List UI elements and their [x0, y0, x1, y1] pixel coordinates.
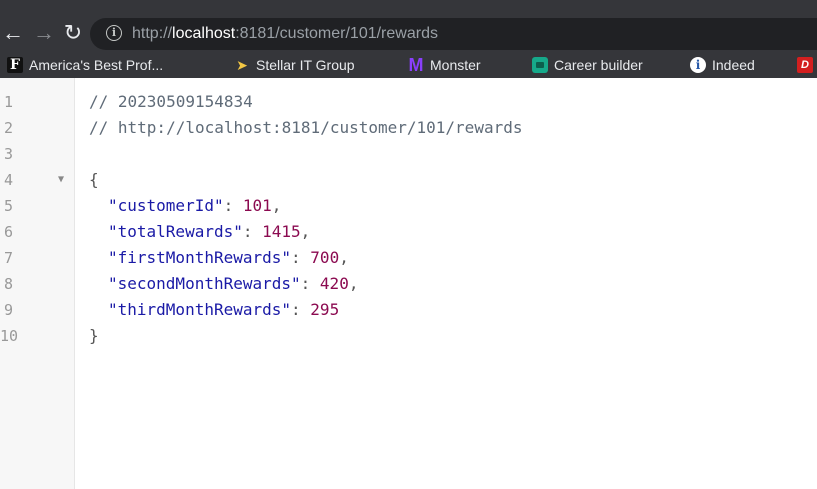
code-line: 1 // 20230509154834 — [0, 89, 817, 115]
json-field: 7 "firstMonthRewards": 700, — [0, 245, 817, 271]
line-number: 5 — [4, 197, 14, 215]
code-line: 4 ▼ { — [0, 167, 817, 193]
code-line: 2 // http://localhost:8181/customer/101/… — [0, 115, 817, 141]
red-d-icon: D — [797, 57, 813, 73]
url-host: localhost — [172, 25, 236, 42]
url-path: :8181/customer/101/rewards — [235, 25, 438, 42]
rocket-icon: ➤ — [236, 57, 248, 73]
bookmark-label: Stellar IT Group — [256, 57, 355, 73]
timestamp-comment: // 20230509154834 — [89, 92, 253, 111]
line-number: 10 — [0, 327, 19, 345]
json-key: "firstMonthRewards" — [108, 248, 292, 267]
forward-arrow-icon[interactable]: → — [33, 22, 55, 44]
json-value: 1415 — [262, 222, 301, 241]
json-comma: , — [339, 248, 349, 267]
json-value: 700 — [310, 248, 340, 267]
line-number: 9 — [4, 301, 14, 319]
info-icon[interactable]: i — [106, 25, 122, 41]
bookmark-indeed[interactable]: i Indeed — [690, 56, 755, 74]
json-field: 5 "customerId": 101, — [0, 193, 817, 219]
reload-icon[interactable]: ↻ — [62, 22, 84, 44]
code-line: 3 — [0, 141, 817, 167]
json-value: 420 — [319, 274, 349, 293]
monster-m-icon: M — [408, 55, 424, 75]
json-key: "secondMonthRewards" — [108, 274, 301, 293]
line-number: 3 — [4, 145, 14, 163]
line-number: 7 — [4, 249, 14, 267]
bookmark-label: America's Best Prof... — [29, 57, 164, 73]
code-line: 10 } — [0, 323, 817, 349]
json-field: 8 "secondMonthRewards": 420, — [0, 271, 817, 297]
line-number: 1 — [4, 93, 14, 111]
back-arrow-icon[interactable]: ← — [2, 22, 24, 44]
json-comma: , — [271, 196, 282, 215]
bookmark-stellar-it[interactable]: ➤ Stellar IT Group — [234, 56, 355, 74]
collapse-toggle-icon[interactable]: ▼ — [58, 167, 64, 193]
bookmark-label: Indeed — [712, 57, 755, 73]
url-text[interactable]: http://localhost:8181/customer/101/rewar… — [132, 25, 438, 43]
json-comma: , — [300, 222, 311, 241]
close-brace: } — [89, 326, 99, 345]
bookmark-career-builder[interactable]: Career builder — [532, 56, 643, 74]
indeed-icon: i — [690, 57, 706, 73]
json-field: 6 "totalRewards": 1415, — [0, 219, 817, 245]
bookmark-label: Career builder — [554, 57, 643, 73]
url-comment: // http://localhost:8181/customer/101/re… — [89, 118, 523, 137]
line-number: 4 — [4, 171, 14, 189]
bookmark-monster[interactable]: M Monster — [408, 56, 481, 74]
address-bar[interactable]: i http://localhost:8181/customer/101/rew… — [90, 18, 817, 50]
json-key: "customerId" — [108, 196, 224, 215]
bookmark-americas-best[interactable]: F America's Best Prof... — [7, 56, 163, 74]
json-value: 101 — [242, 196, 272, 215]
line-number: 8 — [4, 275, 14, 293]
bookmark-red-d[interactable]: D — [797, 56, 817, 74]
json-key: "totalRewards" — [108, 222, 243, 241]
line-number: 2 — [4, 119, 14, 137]
bookmarks-bar: F America's Best Prof... ➤ Stellar IT Gr… — [0, 50, 817, 78]
careerbuilder-icon — [532, 57, 548, 73]
f-logo-icon: F — [7, 57, 23, 73]
json-comma: , — [348, 274, 359, 293]
json-key: "thirdMonthRewards" — [108, 300, 292, 319]
json-value: 295 — [310, 300, 340, 319]
line-number: 6 — [4, 223, 14, 241]
json-field: 9 "thirdMonthRewards": 295 — [0, 297, 817, 323]
json-viewer: 1 // 20230509154834 2 // http://localhos… — [0, 78, 817, 489]
url-scheme: http:// — [132, 25, 173, 42]
bookmark-label: Monster — [430, 57, 481, 73]
open-brace: { — [89, 170, 99, 189]
